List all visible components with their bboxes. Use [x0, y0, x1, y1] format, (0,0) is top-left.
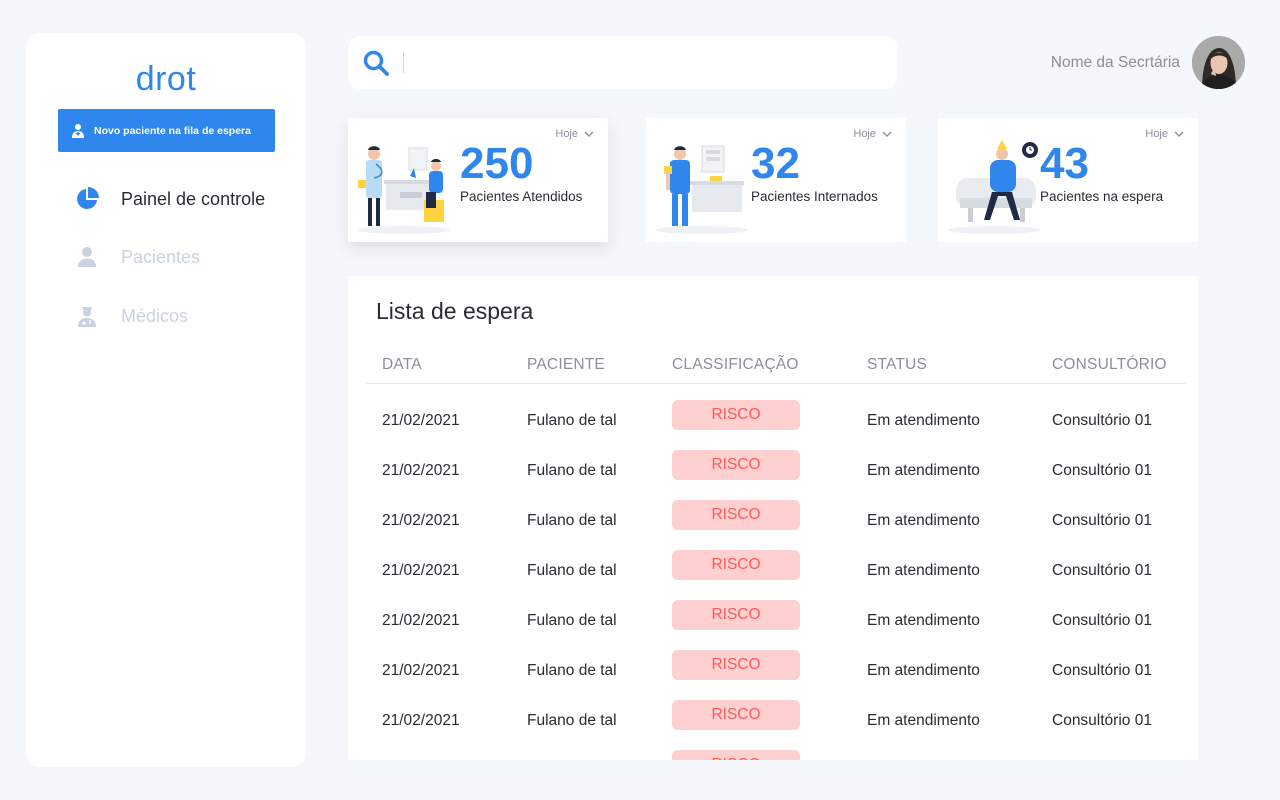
table-row[interactable]: 21/02/2021 Fulano de tal Em atendimento Con… — [348, 550, 1198, 600]
table-row[interactable]: 21/02/2021Fulano de talEm atendimentoCon… — [348, 750, 1198, 760]
nav-item-label: Painel de controle — [121, 188, 266, 209]
waitlist-title: Lista de espera — [376, 298, 534, 324]
cell-patient: Fulano de tal — [527, 562, 617, 579]
period-label: Hoje — [555, 128, 578, 140]
cell-status: Em atendimento — [867, 462, 980, 479]
nav-item-patients[interactable]: Pacientes — [74, 242, 200, 272]
waitlist-panel: Lista de espera DATA PACIENTE CLASSIFICA… — [348, 276, 1198, 760]
cell-patient: Fulano de tal — [527, 462, 617, 479]
table-row[interactable]: 21/02/2021 Fulano de tal Em atendimento Con… — [348, 400, 1198, 450]
new-patient-queue-button[interactable]: Novo paciente na fila de espera — [58, 109, 275, 152]
period-dropdown[interactable]: Hoje — [853, 128, 892, 140]
cell-status: Em atendimento — [867, 412, 980, 429]
classification-badge: RISCO — [672, 600, 800, 630]
doctor-icon — [74, 303, 100, 329]
period-dropdown[interactable]: Hoje — [1145, 128, 1184, 140]
cell-office: Consultório 01 — [1052, 712, 1152, 729]
column-header-date[interactable]: DATA — [382, 356, 422, 374]
user-avatar[interactable] — [1192, 36, 1245, 89]
nav-item-label: Médicos — [121, 305, 189, 326]
period-label: Hoje — [1145, 128, 1168, 140]
cell-office: Consultório 01 — [1052, 612, 1152, 629]
column-header-office[interactable]: CONSULTÓRIO — [1052, 356, 1167, 374]
doctor-consultation-illustration — [354, 140, 454, 236]
classification-badge: RISCO — [672, 550, 800, 580]
table-row[interactable]: 21/02/2021 Fulano de tal Em atendimento Con… — [348, 500, 1198, 550]
classification-badge: RISCO — [672, 500, 800, 530]
table-row[interactable]: 21/02/2021 Fulano de tal Em atendimento Con… — [348, 650, 1198, 700]
cell-office: Consultório 01 — [1052, 662, 1152, 679]
period-label: Hoje — [853, 128, 876, 140]
app-logo: drot — [135, 60, 197, 98]
column-header-patient[interactable]: PACIENTE — [527, 356, 605, 374]
stat-value: 250 — [460, 139, 534, 188]
cell-patient: Fulano de tal — [527, 512, 617, 529]
stat-label: Pacientes Internados — [751, 189, 878, 204]
stat-card-waiting: 43 Pacientes na espera Hoje — [938, 118, 1198, 242]
new-patient-button-label: Novo paciente na fila de espera — [94, 124, 251, 137]
stat-label: Pacientes na espera — [1040, 189, 1164, 204]
classification-badge: RISCO — [672, 650, 800, 680]
stat-value: 43 — [1040, 139, 1089, 188]
classification-badge: RISCO — [672, 750, 800, 760]
patient-add-icon — [70, 123, 86, 139]
cell-status: Em atendimento — [867, 612, 980, 629]
cell-office: Consultório 01 — [1052, 412, 1152, 429]
stat-label: Pacientes Atendidos — [460, 189, 583, 204]
chevron-down-icon — [584, 129, 594, 139]
cell-patient: Fulano de tal — [527, 662, 617, 679]
nav-item-doctors[interactable]: Médicos — [74, 301, 188, 331]
cell-status: Em atendimento — [867, 512, 980, 529]
stat-value: 32 — [751, 139, 800, 188]
cell-office: Consultório 01 — [1052, 562, 1152, 579]
table-row[interactable]: 21/02/2021 Fulano de tal Em atendimento Con… — [348, 600, 1198, 650]
pie-chart-icon — [74, 186, 100, 212]
stat-card-attended: 250 Pacientes Atendidos Hoje — [348, 118, 608, 242]
cell-status: Em atendimento — [867, 662, 980, 679]
search-bar — [348, 36, 897, 89]
cell-patient: Fulano de tal — [527, 412, 617, 429]
table-row[interactable]: 21/02/2021 Fulano de tal Em atendimento Con… — [348, 700, 1198, 750]
cell-date: 21/02/2021 — [382, 562, 460, 579]
chevron-down-icon — [882, 129, 892, 139]
cell-date: 21/02/2021 — [382, 662, 460, 679]
waiting-patient-illustration — [944, 140, 1044, 236]
chevron-down-icon — [1174, 129, 1184, 139]
cell-date: 21/02/2021 — [382, 412, 460, 429]
sidebar: drot Novo paciente na fila de espera Pai… — [26, 33, 306, 767]
cell-office: Consultório 01 — [1052, 512, 1152, 529]
cell-patient: Fulano de tal — [527, 612, 617, 629]
column-header-status[interactable]: STATUS — [867, 356, 927, 374]
cell-date: 21/02/2021 — [382, 712, 460, 729]
column-header-classification[interactable]: CLASSIFICAÇÃO — [672, 356, 799, 374]
cell-office: Consultório 01 — [1052, 462, 1152, 479]
user-icon — [74, 244, 100, 270]
cell-status: Em atendimento — [867, 562, 980, 579]
period-dropdown[interactable]: Hoje — [555, 128, 594, 140]
cell-date: 21/02/2021 — [382, 512, 460, 529]
classification-badge: RISCO — [672, 450, 800, 480]
cell-date: 21/02/2021 — [382, 612, 460, 629]
nav-item-dashboard[interactable]: Painel de controle — [74, 184, 265, 214]
cell-patient: Fulano de tal — [527, 712, 617, 729]
doctor-desk-illustration — [652, 140, 752, 236]
search-icon[interactable] — [362, 49, 390, 77]
table-header: DATA PACIENTE CLASSIFICAÇÃO STATUS CONSU… — [366, 348, 1186, 384]
classification-badge: RISCO — [672, 400, 800, 430]
classification-badge: RISCO — [672, 700, 800, 730]
cell-status: Em atendimento — [867, 712, 980, 729]
user-name: Nome da Secrtária — [1050, 54, 1180, 71]
search-input[interactable] — [404, 36, 897, 89]
nav-item-label: Pacientes — [121, 246, 201, 267]
table-row[interactable]: 21/02/2021 Fulano de tal Em atendimento Con… — [348, 450, 1198, 500]
stat-card-hospitalized: 32 Pacientes Internados Hoje — [646, 118, 906, 242]
cell-date: 21/02/2021 — [382, 462, 460, 479]
